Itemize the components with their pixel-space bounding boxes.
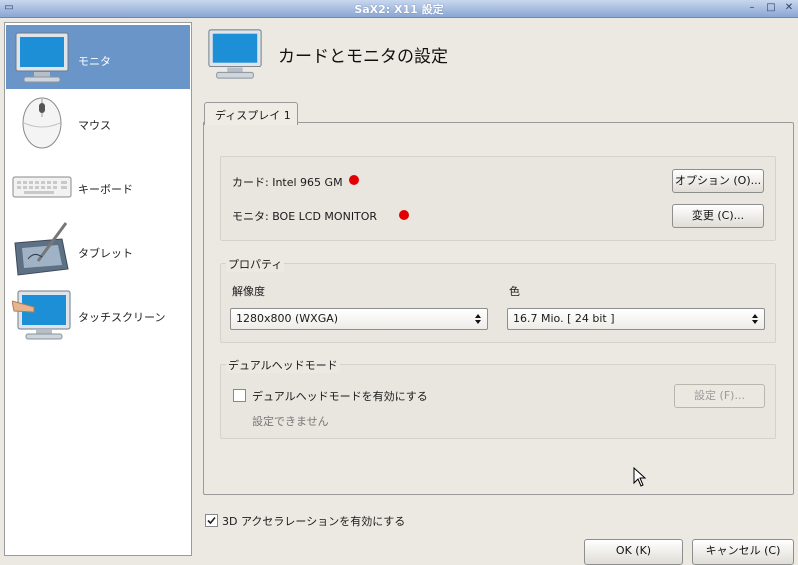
properties-title: プロパティ bbox=[226, 256, 285, 272]
properties-group bbox=[220, 263, 776, 343]
change-button[interactable]: 変更 (C)... bbox=[672, 204, 764, 228]
sidebar-item-mouse[interactable]: マウス bbox=[6, 89, 190, 153]
accel-checkbox[interactable] bbox=[205, 514, 218, 527]
tablet-icon bbox=[14, 222, 69, 276]
sidebar-item-monitor[interactable]: モニタ bbox=[6, 25, 190, 89]
card-status-dot bbox=[349, 175, 359, 185]
minimize-icon[interactable]: – bbox=[746, 2, 758, 14]
resolution-select[interactable]: 1280x800 (WXGA) bbox=[230, 308, 488, 330]
spin-arrows-icon bbox=[475, 314, 481, 324]
sidebar-item-label: タッチスクリーン bbox=[78, 311, 166, 324]
accel-label: 3D アクセラレーションを有効にする bbox=[222, 515, 406, 528]
spin-arrows-icon bbox=[752, 314, 758, 324]
color-depth-select[interactable]: 16.7 Mio. [ 24 bit ] bbox=[507, 308, 765, 330]
dualhead-enable-label: デュアルヘッドモードを有効にする bbox=[252, 390, 428, 403]
tab-label: ディスプレイ 1 bbox=[215, 109, 291, 122]
close-icon[interactable]: ✕ bbox=[783, 2, 795, 14]
color-depth-value: 16.7 Mio. [ 24 bit ] bbox=[513, 312, 615, 325]
ok-button[interactable]: OK (K) bbox=[584, 539, 683, 565]
resolution-value: 1280x800 (WXGA) bbox=[236, 312, 339, 325]
touchscreen-icon bbox=[12, 290, 71, 340]
color-depth-label: 色 bbox=[509, 285, 520, 298]
sidebar-item-label: モニタ bbox=[78, 55, 111, 68]
monitor-icon bbox=[15, 32, 69, 83]
monitor-status-dot bbox=[399, 210, 409, 220]
monitor-label: モニタ: BOE LCD MONITOR bbox=[232, 210, 378, 223]
sidebar-item-label: マウス bbox=[78, 119, 111, 132]
mouse-icon bbox=[22, 97, 62, 149]
sidebar-item-label: キーボード bbox=[78, 183, 133, 196]
sidebar: モニタ マウス キーボード タブレット タッチスクリーン bbox=[4, 22, 192, 556]
keyboard-icon bbox=[12, 176, 72, 198]
dualhead-settings-button[interactable]: 設定 (F)... bbox=[674, 384, 765, 408]
cancel-button[interactable]: キャンセル (C) bbox=[692, 539, 794, 565]
sidebar-item-label: タブレット bbox=[78, 247, 133, 260]
title-bar[interactable]: ▭ SaX2: X11 設定 – □ ✕ bbox=[0, 0, 798, 18]
window-title: SaX2: X11 設定 bbox=[354, 3, 444, 16]
checkmark-icon bbox=[207, 516, 216, 525]
options-button[interactable]: オプション (O)... bbox=[672, 169, 764, 193]
sidebar-item-keyboard[interactable]: キーボード bbox=[6, 153, 190, 217]
mouse-cursor-icon bbox=[633, 467, 647, 487]
resolution-label: 解像度 bbox=[232, 285, 265, 298]
dualhead-title: デュアルヘッドモード bbox=[226, 357, 340, 373]
tab-display-1[interactable]: ディスプレイ 1 bbox=[204, 102, 298, 125]
dualhead-checkbox[interactable] bbox=[233, 389, 246, 402]
sidebar-item-touchscreen[interactable]: タッチスクリーン bbox=[6, 281, 190, 345]
page-title: カードとモニタの設定 bbox=[278, 47, 448, 67]
dualhead-note: 設定できません bbox=[252, 415, 329, 428]
card-label: カード: Intel 965 GM bbox=[232, 176, 343, 189]
monitor-icon bbox=[208, 29, 262, 79]
maximize-icon[interactable]: □ bbox=[765, 2, 777, 14]
sidebar-item-tablet[interactable]: タブレット bbox=[6, 217, 190, 281]
